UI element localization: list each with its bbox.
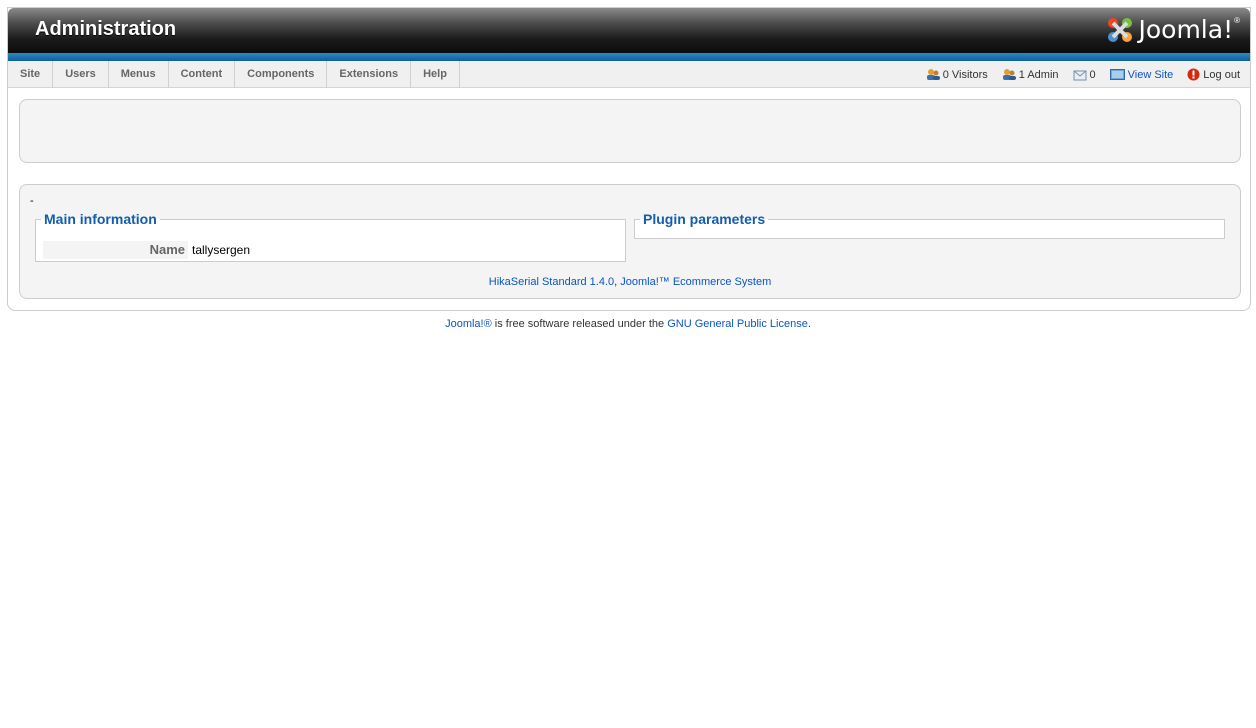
credits: HikaSerial Standard 1.4.0, Joomla!™ Ecom… <box>20 276 1240 288</box>
view-site-label: View Site <box>1127 68 1174 81</box>
toolbar-panel <box>19 99 1241 163</box>
logo-registered-mark: ® <box>1234 15 1240 25</box>
admin-container: Administration Joomla! ® Site Users Menu… <box>7 7 1251 311</box>
footer-end: . <box>807 318 811 330</box>
joomla-ecommerce-link[interactable]: Joomla!™ Ecommerce System <box>620 276 771 288</box>
menu-item-help[interactable]: Help <box>411 61 460 88</box>
joomla-logo-icon <box>1108 18 1133 42</box>
menu-item-content[interactable]: Content <box>169 61 236 88</box>
users-icon <box>926 69 940 80</box>
admin-users-icon <box>1002 69 1016 80</box>
header-bar: Administration Joomla! ® <box>8 8 1250 53</box>
page-title: Administration <box>35 18 177 40</box>
logo-text: Joomla! <box>1138 14 1234 44</box>
joomla-logo: Joomla! ® <box>1105 14 1240 46</box>
status-area: 0 Visitors 1 Admin 0 View Site Log out <box>912 61 1240 88</box>
gpl-license-link[interactable]: GNU General Public License <box>667 318 808 330</box>
main-information-legend: Main information <box>44 211 157 227</box>
logout-icon <box>1187 68 1200 81</box>
joomla-footer-link[interactable]: Joomla!® <box>445 318 492 330</box>
logout-label: Log out <box>1203 68 1240 81</box>
name-row: Name tallysergen <box>43 241 250 259</box>
logout-link[interactable]: Log out <box>1187 68 1240 81</box>
page-heading: - <box>30 195 34 207</box>
main-menu: Site Users Menus Content Components Exte… <box>8 61 460 88</box>
view-site-link[interactable]: View Site <box>1109 68 1174 81</box>
menu-item-menus[interactable]: Menus <box>109 61 169 88</box>
status-visitors: 0 Visitors <box>926 68 988 81</box>
name-value: tallysergen <box>192 243 251 257</box>
status-messages[interactable]: 0 <box>1073 69 1096 81</box>
messages-count: 0 <box>1089 68 1096 81</box>
visitors-count: 0 Visitors <box>942 68 988 81</box>
menu-item-extensions[interactable]: Extensions <box>327 61 412 88</box>
plugin-parameters-fieldset: Plugin parameters <box>634 211 1225 239</box>
footer-text: is free software released under the <box>491 318 668 330</box>
status-admins: 1 Admin <box>1002 68 1059 81</box>
menu-item-users[interactable]: Users <box>53 61 109 88</box>
plugin-parameters-legend: Plugin parameters <box>643 211 766 227</box>
admins-count: 1 Admin <box>1018 68 1059 81</box>
monitor-icon <box>1109 69 1125 80</box>
name-key: Name <box>43 241 188 259</box>
hikaserial-link[interactable]: HikaSerial Standard 1.4.0 <box>489 276 614 288</box>
menu-item-site[interactable]: Site <box>8 61 54 88</box>
messages-icon <box>1073 70 1087 80</box>
main-information-fieldset: Main information Name tallysergen <box>35 211 626 262</box>
header-accent-bar <box>8 53 1250 61</box>
menu-bar: Site Users Menus Content Components Exte… <box>8 61 1250 88</box>
menu-item-components[interactable]: Components <box>235 61 328 88</box>
footer: Joomla!® is free software released under… <box>0 318 1256 330</box>
content-panel: - Main information Name tallysergen Plug… <box>19 184 1241 299</box>
